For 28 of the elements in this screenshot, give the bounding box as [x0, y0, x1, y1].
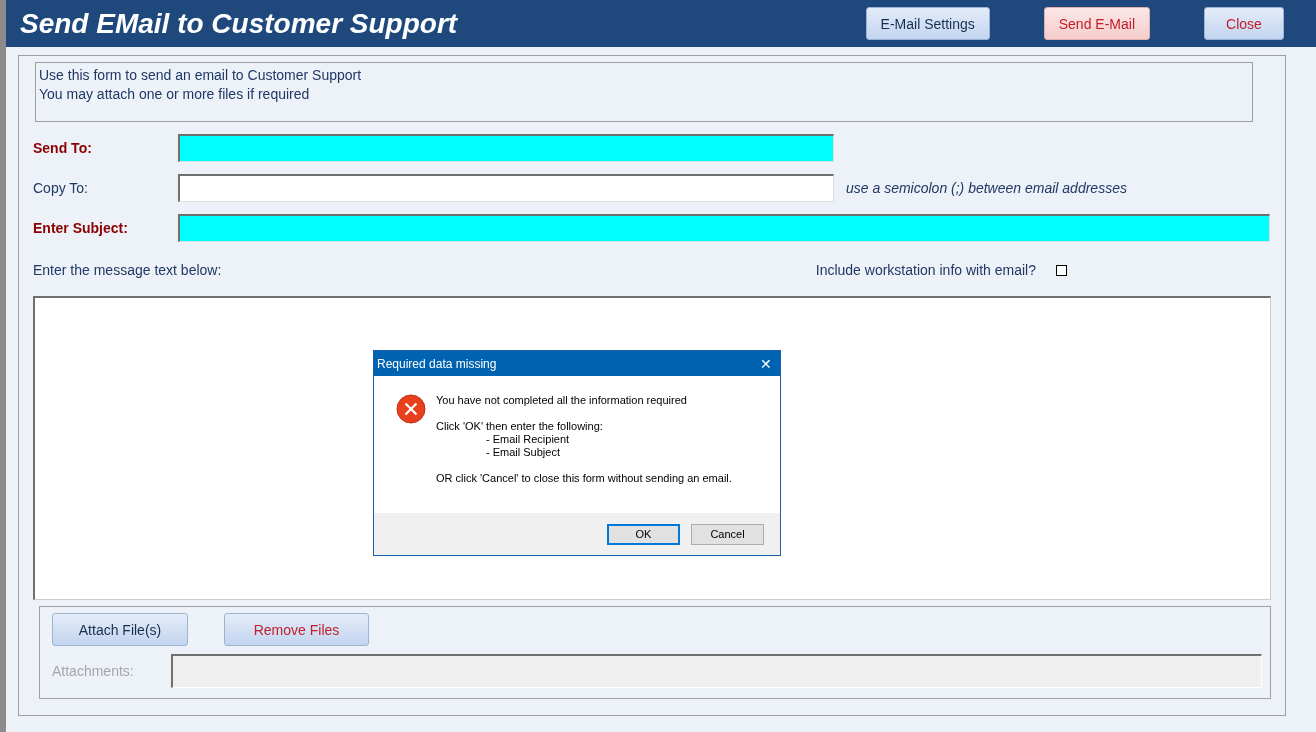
- checkbox-label: Include workstation info with email?: [815, 262, 1036, 278]
- field-label: Send To:: [33, 140, 93, 156]
- hint-text: use a semicolon (;) between email addresses: [846, 180, 1127, 196]
- attachments-label: Attachments:: [52, 663, 135, 679]
- dialog-list-item: - Email Subject: [485, 446, 561, 459]
- dialog-instruction: Click 'OK' then enter the following:: [436, 420, 604, 433]
- dialog-alternative: OR click 'Cancel' to close this form without sending an email.: [436, 472, 732, 485]
- message-field[interactable]: [33, 296, 1271, 600]
- dialog-list-item: - Email Recipient: [485, 433, 571, 446]
- header-button[interactable]: E-Mail Settings: [865, 7, 990, 40]
- field-label: Enter Subject:: [33, 220, 129, 236]
- header-button[interactable]: Send E-Mail: [1043, 7, 1150, 40]
- dialog-button[interactable]: OK: [607, 523, 680, 545]
- error-icon: [396, 394, 426, 424]
- close-button[interactable]: ✕: [752, 351, 780, 376]
- input-field[interactable]: [178, 214, 1270, 242]
- header-button[interactable]: Close: [1204, 7, 1284, 40]
- field-label: Copy To:: [33, 180, 89, 196]
- checkbox[interactable]: [1056, 264, 1067, 276]
- intro-text: Use this form to send an email to Customer Support: [39, 66, 363, 85]
- message-label: Enter the message text below:: [33, 262, 223, 278]
- dialog-title: Required data missing: [377, 356, 498, 371]
- input-field[interactable]: [178, 134, 834, 162]
- intro-text: You may attach one or more files if required: [39, 85, 311, 104]
- dialog-message: You have not completed all the information required: [436, 394, 688, 407]
- input-field[interactable]: [178, 174, 834, 202]
- dialog-button[interactable]: Cancel: [691, 523, 764, 545]
- form-title: Send EMail to Customer Support: [20, 7, 459, 40]
